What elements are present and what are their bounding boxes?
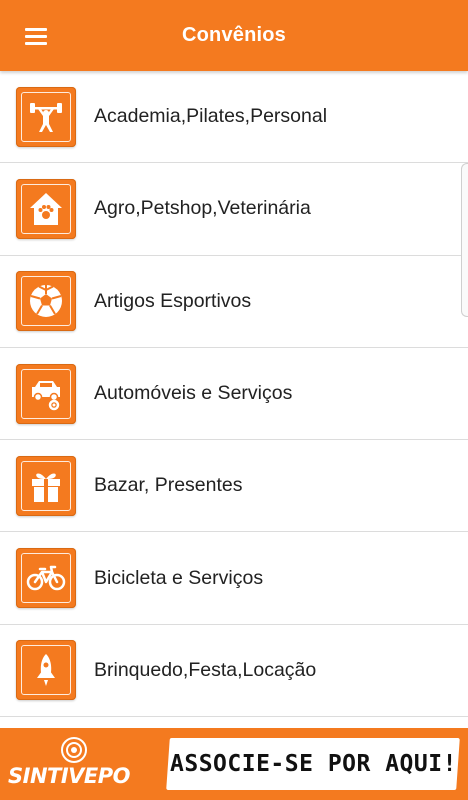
category-icon-box [16,548,76,609]
weightlifter-icon [30,102,62,132]
list-item-bazar[interactable]: Bazar, Presentes [0,440,468,533]
promo-banner[interactable]: SINTIVEPO ASSOCIE-SE POR AQUI! [0,728,468,800]
hamburger-menu-icon[interactable] [16,20,56,52]
list-item-bicicleta[interactable]: Bicicleta e Serviços [0,532,468,625]
category-label: Agro,Petshop,Veterinária [94,197,311,220]
category-icon-box [16,640,76,701]
category-label: Automóveis e Serviços [94,382,293,405]
list-item-automoveis[interactable]: Automóveis e Serviços [0,347,468,441]
bicycle-icon [26,565,66,591]
pet-house-icon [30,192,62,225]
app-bar: Convênios [0,0,468,71]
category-icon-box [16,86,76,147]
category-icon-box [16,271,76,332]
rocket-toy-icon [37,654,55,687]
scrollbar-edge[interactable] [461,163,468,317]
list-item-brinquedo[interactable]: Brinquedo,Festa,Locação [0,624,468,718]
soccer-ball-icon [30,285,62,318]
category-label: Bazar, Presentes [94,474,243,497]
cta-label: ASSOCIE-SE POR AQUI! [169,751,457,777]
logo-emblem-icon [61,737,87,763]
category-label: Brinquedo,Festa,Locação [94,658,317,681]
associe-se-button[interactable]: ASSOCIE-SE POR AQUI! [166,738,460,790]
category-label: Artigos Esportivos [94,289,252,312]
category-label: Academia,Pilates,Personal [94,105,328,128]
page-title: Convênios [181,24,287,46]
list-item-artigos-esportivos[interactable]: Artigos Esportivos [0,255,468,348]
logo-text: SINTIVEPO [8,764,131,788]
category-list: Academia,Pilates,Personal Agro,Petshop,V… [0,71,468,728]
list-item-academia[interactable]: Academia,Pilates,Personal [0,71,468,164]
category-icon-box [16,363,76,424]
category-icon-box [16,455,76,516]
sintivepo-logo: SINTIVEPO [0,728,160,800]
list-item-agro[interactable]: Agro,Petshop,Veterinária [0,163,468,256]
category-icon-box [16,178,76,239]
category-label: Bicicleta e Serviços [94,566,264,589]
car-service-icon [32,380,60,410]
gift-icon [32,473,60,502]
